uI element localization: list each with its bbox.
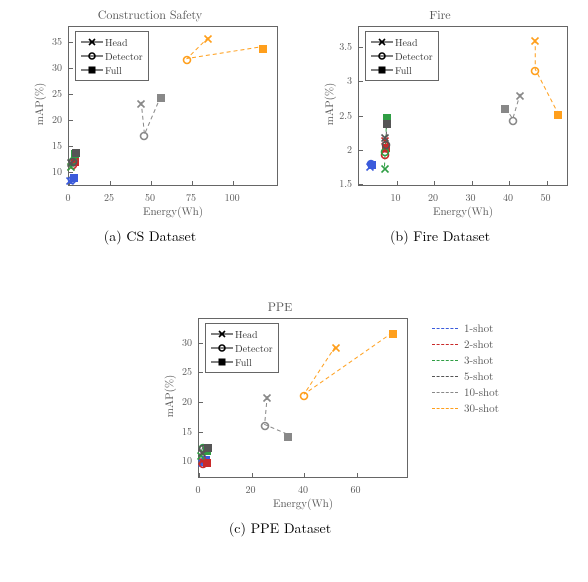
marker-legend-label: Detector [235, 341, 273, 355]
marker-legend-label: Head [395, 35, 418, 49]
y-tick-label: 30 [164, 335, 192, 349]
data-point [204, 26, 213, 49]
data-point [382, 111, 391, 134]
data-point [140, 123, 149, 146]
data-point [258, 35, 267, 58]
marker-legend: HeadDetectorFull [205, 323, 279, 373]
x-tick-label: 25 [104, 190, 114, 204]
data-point [331, 335, 340, 358]
x-axis-label: Energy(Wh) [198, 496, 408, 511]
y-tick-label: 3.5 [324, 39, 352, 53]
y-tick-label: 15 [34, 138, 62, 152]
y-tick-label: 1.5 [324, 176, 352, 190]
data-point [263, 385, 272, 408]
x-tick-label: 40 [298, 482, 308, 496]
x-tick-label: 30 [466, 190, 476, 204]
marker-legend-label: Detector [395, 49, 433, 63]
marker-legend-label: Full [395, 63, 412, 77]
y-axis-label: mAP(%) [32, 74, 47, 134]
data-point [183, 47, 192, 70]
x-tick-label: 50 [145, 190, 155, 204]
marker-legend-item: Full [211, 355, 273, 369]
marker-legend-label: Full [105, 63, 122, 77]
plot-area: HeadDetectorFull [358, 26, 568, 186]
data-point [553, 101, 562, 124]
y-tick-label: 10 [34, 164, 62, 178]
data-point [260, 413, 269, 436]
shot-legend-item: 1-shot [432, 320, 499, 336]
data-point [382, 131, 391, 154]
data-point [516, 82, 525, 105]
y-tick-label: 30 [34, 60, 62, 74]
y-tick-label: 10 [164, 453, 192, 467]
marker-legend-label: Detector [105, 49, 143, 63]
data-point [389, 321, 398, 344]
x-axis-label: Energy(Wh) [68, 204, 278, 219]
marker-legend-item: Head [211, 327, 273, 341]
data-point [204, 434, 213, 457]
chart-caption: (b) Fire Dataset [300, 226, 580, 246]
x-tick-label: 50 [541, 190, 551, 204]
plot-area: HeadDetectorFull [198, 318, 408, 478]
data-point [284, 423, 293, 446]
x-axis-label: Energy(Wh) [358, 204, 568, 219]
shot-legend-item: 10-shot [432, 384, 499, 400]
data-point [501, 96, 510, 119]
shot-legend-item: 3-shot [432, 352, 499, 368]
data-point [531, 28, 540, 51]
data-point [531, 58, 540, 81]
x-tick-label: 40 [503, 190, 513, 204]
marker-legend-item: Head [371, 35, 433, 49]
shot-legend-label: 1-shot [464, 321, 493, 336]
y-axis-label: mAP(%) [322, 74, 337, 134]
marker-legend-item: Detector [81, 49, 143, 63]
y-axis-label: mAP(%) [162, 366, 177, 426]
x-tick-label: 75 [186, 190, 196, 204]
data-point [137, 90, 146, 113]
x-tick-label: 0 [66, 190, 71, 204]
chart-title: Fire [300, 6, 580, 23]
marker-legend-item: Full [81, 63, 143, 77]
chart-title: PPE [140, 298, 420, 315]
shot-legend-item: 5-shot [432, 368, 499, 384]
marker-legend-label: Full [235, 355, 252, 369]
chart-title: Construction Safety [10, 6, 290, 23]
data-point [72, 140, 81, 163]
marker-legend-item: Detector [371, 49, 433, 63]
plot-area: HeadDetectorFull [68, 26, 278, 186]
x-tick-label: 20 [246, 482, 256, 496]
data-point [156, 85, 165, 108]
marker-legend-label: Head [235, 327, 258, 341]
shot-legend-label: 10-shot [464, 385, 499, 400]
x-tick-label: 10 [391, 190, 401, 204]
chart-caption: (a) CS Dataset [10, 226, 290, 246]
marker-legend: HeadDetectorFull [75, 31, 149, 81]
chart-fire: FireHeadDetectorFull10203040501.522.533.… [300, 8, 580, 238]
marker-legend-item: Head [81, 35, 143, 49]
x-tick-label: 20 [428, 190, 438, 204]
data-point [367, 152, 376, 175]
chart-cs: Construction Safety HeadDetectorFull 0 25 50… [10, 8, 290, 238]
x-tick-label: 60 [351, 482, 361, 496]
marker-legend: HeadDetectorFull [365, 31, 439, 81]
shot-legend-item: 2-shot [432, 336, 499, 352]
shot-legend-label: 5-shot [464, 369, 493, 384]
x-tick-label: 0 [196, 482, 201, 496]
shot-legend-label: 3-shot [464, 353, 493, 368]
shot-legend: 1-shot 2-shot 3-shot 5-shot 10-shot 30-s… [432, 320, 499, 416]
marker-legend-item: Detector [211, 341, 273, 355]
y-tick-label: 35 [34, 34, 62, 48]
shot-legend-label: 2-shot [464, 337, 493, 352]
data-point [300, 383, 309, 406]
marker-legend-label: Head [105, 35, 128, 49]
marker-legend-item: Full [371, 63, 433, 77]
y-tick-label: 2 [324, 142, 352, 156]
chart-caption: (c) PPE Dataset [140, 518, 420, 538]
shot-legend-label: 30-shot [464, 401, 499, 416]
shot-legend-item: 30-shot [432, 400, 499, 416]
chart-ppe: PPEHeadDetectorFull02040601015202530Ener… [140, 300, 420, 530]
x-tick-label: 100 [225, 190, 240, 204]
